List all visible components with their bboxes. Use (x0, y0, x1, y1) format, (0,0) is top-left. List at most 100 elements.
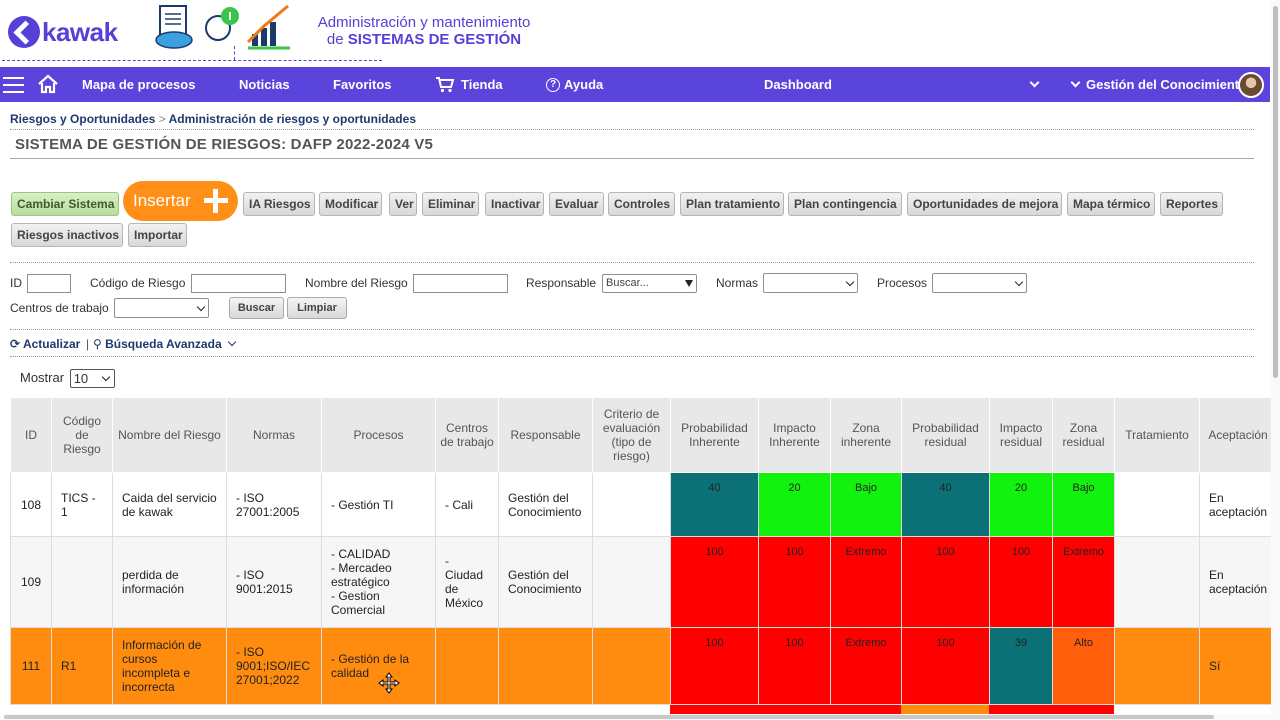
tagline-prefix: de (326, 31, 348, 48)
col-header-criterio[interactable]: Criterio de evaluación (tipo de riesgo) (592, 397, 671, 473)
search-icon: ⚲ (93, 337, 102, 351)
normas-label: Normas (716, 276, 759, 290)
cambiar-sistema-button[interactable]: Cambiar Sistema (11, 192, 119, 216)
main-navbar: Mapa de procesos Noticias Favoritos Tien… (0, 67, 1270, 102)
col-header-zona-inherente[interactable]: Zona inherente (830, 397, 902, 473)
col-header-tratamiento[interactable]: Tratamiento (1114, 397, 1200, 473)
cell-codigo: R1 (51, 627, 113, 705)
col-header-codigo[interactable]: Código de Riesgo (51, 397, 113, 473)
col-header-aceptacion[interactable]: Aceptación (1198, 397, 1278, 473)
procesos-select[interactable] (932, 273, 1027, 293)
col-header-prob-inherente[interactable]: Probabilidad Inherente (670, 397, 759, 473)
table-row[interactable]: 109 perdida de información - ISO 9001:20… (10, 536, 1278, 628)
breadcrumb-parent[interactable]: Riesgos y Oportunidades (10, 112, 155, 126)
codigo-input[interactable] (191, 274, 286, 293)
nombre-input[interactable] (413, 274, 508, 293)
importar-button[interactable]: Importar (128, 223, 187, 247)
vertical-scrollbar[interactable] (1271, 0, 1280, 720)
divider (10, 158, 1254, 159)
responsable-select[interactable]: Buscar... (602, 274, 697, 293)
cell-zona-inherente: Extremo (830, 627, 902, 705)
insertar-label: Insertar (133, 191, 191, 210)
breadcrumb-current[interactable]: Administración de riesgos y oportunidade… (169, 112, 416, 126)
col-header-impacto-inherente[interactable]: Impacto Inherente (758, 397, 831, 473)
riesgos-inactivos-button[interactable]: Riesgos inactivos (11, 223, 123, 247)
divider (10, 356, 1254, 357)
page-size-select[interactable]: 10 (69, 369, 115, 388)
dashboard-chevron-down-icon[interactable] (1029, 77, 1040, 88)
chevron-down-icon (845, 277, 855, 287)
risks-table: ID Código de Riesgo Nombre del Riesgo No… (10, 397, 1278, 705)
kawak-logo-icon (8, 16, 40, 48)
table-row[interactable]: 108 TICS - 1 Caida del servicio de kawak… (10, 472, 1278, 537)
cell-tratamiento (1114, 536, 1200, 628)
col-header-centros[interactable]: Centros de trabajo (435, 397, 499, 473)
id-input[interactable] (27, 274, 71, 293)
id-label: ID (10, 276, 22, 290)
user-avatar[interactable] (1238, 72, 1264, 98)
user-chevron-down-icon[interactable] (1070, 77, 1081, 88)
mostrar-label: Mostrar (20, 369, 65, 385)
col-header-nombre[interactable]: Nombre del Riesgo (112, 397, 227, 473)
move-cursor-icon (378, 672, 400, 694)
col-header-normas[interactable]: Normas (226, 397, 322, 473)
cell-tratamiento (1114, 627, 1200, 705)
buscar-button[interactable]: Buscar (229, 297, 284, 319)
page-title: SISTEMA DE GESTIÓN DE RIESGOS: DAFP 2022… (15, 136, 434, 153)
limpiar-button[interactable]: Limpiar (287, 297, 347, 319)
inactivar-button[interactable]: Inactivar (485, 192, 544, 216)
busqueda-avanzada-link[interactable]: ⚲ Búsqueda Avanzada (93, 337, 237, 351)
plan-contingencia-button[interactable]: Plan contingencia (788, 192, 902, 216)
nav-ayuda[interactable]: Ayuda (564, 67, 603, 102)
cell-impacto-residual: 20 (989, 472, 1053, 537)
cell-responsable: Gestión del Conocimiento (498, 536, 593, 628)
table-row-selected[interactable]: 111 R1 Información de cursos incompleta … (10, 627, 1278, 705)
centros-select[interactable] (114, 298, 209, 318)
oportunidades-mejora-button[interactable]: Oportunidades de mejora (907, 192, 1062, 216)
home-icon[interactable] (37, 74, 59, 94)
cell-codigo: TICS - 1 (51, 472, 113, 537)
nav-dashboard[interactable]: Dashboard (764, 67, 832, 102)
plan-tratamiento-button[interactable]: Plan tratamiento (680, 192, 784, 216)
nav-favoritos[interactable]: Favoritos (333, 67, 392, 102)
ver-button[interactable]: Ver (389, 192, 417, 216)
col-header-id[interactable]: ID (10, 397, 52, 473)
cart-icon[interactable] (435, 76, 455, 93)
col-header-zona-residual[interactable]: Zona residual (1052, 397, 1115, 473)
col-header-prob-residual[interactable]: Probabilidad residual (901, 397, 990, 473)
normas-select[interactable] (763, 273, 858, 293)
insertar-button[interactable]: Insertar (123, 181, 238, 221)
cell-impacto-inherente: 20 (758, 472, 831, 537)
divider (10, 329, 1254, 330)
evaluar-button[interactable]: Evaluar (549, 192, 604, 216)
cell-prob-inherente: 40 (670, 472, 759, 537)
col-header-responsable[interactable]: Responsable (498, 397, 593, 473)
cell-zona-residual: Bajo (1052, 472, 1115, 537)
kawak-logo[interactable]: kawak (8, 16, 118, 48)
cell-criterio (592, 472, 671, 537)
cell-centros: - Ciudad de México (435, 536, 499, 628)
col-header-impacto-residual[interactable]: Impacto residual (989, 397, 1053, 473)
menu-icon[interactable] (3, 77, 24, 93)
cell-impacto-inherente: 100 (758, 627, 831, 705)
responsable-label: Responsable (526, 276, 597, 290)
horizontal-scrollbar[interactable] (0, 714, 1271, 720)
ia-riesgos-button[interactable]: IA Riesgos (243, 192, 315, 216)
col-header-procesos[interactable]: Procesos (321, 397, 436, 473)
cell-responsable (498, 627, 593, 705)
nav-noticias[interactable]: Noticias (239, 67, 290, 102)
logo-text: kawak (42, 16, 118, 47)
eliminar-button[interactable]: Eliminar (422, 192, 479, 216)
responsable-placeholder: Buscar... (606, 277, 649, 289)
modificar-button[interactable]: Modificar (319, 192, 382, 216)
reportes-button[interactable]: Reportes (1160, 192, 1223, 216)
mapa-termico-button[interactable]: Mapa térmico (1067, 192, 1155, 216)
controles-button[interactable]: Controles (608, 192, 675, 216)
cell-normas: - ISO 9001:2015 (226, 536, 322, 628)
actualizar-link[interactable]: ⟳ Actualizar (10, 337, 80, 351)
nav-user-name[interactable]: Gestión del Conocimiento (1086, 67, 1247, 102)
help-icon[interactable]: ? (546, 78, 560, 92)
nav-tienda[interactable]: Tienda (461, 67, 503, 102)
cell-zona-inherente: Bajo (830, 472, 902, 537)
nav-mapa-procesos[interactable]: Mapa de procesos (82, 67, 195, 102)
